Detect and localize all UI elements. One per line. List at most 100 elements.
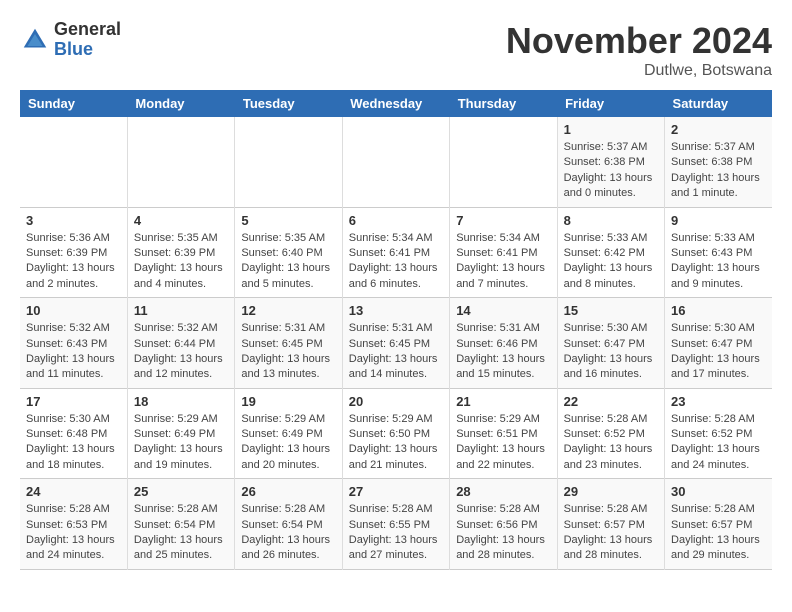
- day-number: 7: [456, 213, 550, 228]
- weekday-header-wednesday: Wednesday: [342, 90, 449, 117]
- day-number: 9: [671, 213, 766, 228]
- page-header: General Blue November 2024 Dutlwe, Botsw…: [20, 20, 772, 80]
- day-number: 27: [349, 484, 443, 499]
- day-number: 10: [26, 303, 121, 318]
- day-number: 1: [564, 122, 658, 137]
- calendar-cell: 23Sunrise: 5:28 AMSunset: 6:52 PMDayligh…: [665, 388, 772, 479]
- weekday-header-saturday: Saturday: [665, 90, 772, 117]
- day-number: 22: [564, 394, 658, 409]
- title-block: November 2024 Dutlwe, Botswana: [506, 20, 772, 80]
- location: Dutlwe, Botswana: [506, 62, 772, 80]
- logo: General Blue: [20, 20, 121, 60]
- day-info: Sunrise: 5:33 AMSunset: 6:43 PMDaylight:…: [671, 231, 766, 293]
- day-info: Sunrise: 5:28 AMSunset: 6:56 PMDaylight:…: [456, 502, 550, 564]
- calendar-cell: 25 Sunrise: 5:28 AMSunset: 6:54 PMDayligh…: [127, 479, 234, 570]
- day-info: Sunrise: 5:30 AMSunset: 6:47 PMDaylight:…: [671, 321, 766, 383]
- weekday-header-row: SundayMondayTuesdayWednesdayThursdayFrid…: [20, 90, 772, 117]
- calendar-cell: 13Sunrise: 5:31 AMSunset: 6:45 PMDayligh…: [342, 298, 449, 389]
- day-info: Sunrise: 5:34 AMSunset: 6:41 PMDaylight:…: [456, 231, 550, 293]
- week-row-2: 3 Sunrise: 5:36 AMSunset: 6:39 PMDaylight…: [20, 207, 772, 298]
- calendar-cell: 20 Sunrise: 5:29 AMSunset: 6:50 PMDayligh…: [342, 388, 449, 479]
- day-info: Sunrise: 5:28 AMSunset: 6:57 PMDaylight:…: [671, 502, 766, 564]
- day-info: Sunrise: 5:28 AMSunset: 6:54 PMDaylight:…: [134, 502, 228, 564]
- calendar-cell: 18Sunrise: 5:29 AMSunset: 6:49 PMDayligh…: [127, 388, 234, 479]
- day-number: 11: [134, 303, 228, 318]
- week-row-5: 24Sunrise: 5:28 AMSunset: 6:53 PMDayligh…: [20, 479, 772, 570]
- day-number: 30: [671, 484, 766, 499]
- day-info: Sunrise: 5:35 AMSunset: 6:40 PMDaylight:…: [241, 231, 335, 293]
- calendar-cell: 1 Sunrise: 5:37 AMSunset: 6:38 PMDaylight…: [557, 117, 664, 207]
- day-info: Sunrise: 5:36 AMSunset: 6:39 PMDaylight:…: [26, 231, 121, 293]
- day-info: Sunrise: 5:30 AMSunset: 6:48 PMDaylight:…: [26, 412, 121, 474]
- calendar-cell: 22 Sunrise: 5:28 AMSunset: 6:52 PMDayligh…: [557, 388, 664, 479]
- day-number: 17: [26, 394, 121, 409]
- calendar-cell: 3 Sunrise: 5:36 AMSunset: 6:39 PMDaylight…: [20, 207, 127, 298]
- day-number: 26: [241, 484, 335, 499]
- calendar-cell: 28 Sunrise: 5:28 AMSunset: 6:56 PMDayligh…: [450, 479, 557, 570]
- day-number: 16: [671, 303, 766, 318]
- logo-blue-text: Blue: [54, 40, 121, 60]
- calendar-cell: 16 Sunrise: 5:30 AMSunset: 6:47 PMDayligh…: [665, 298, 772, 389]
- day-info: Sunrise: 5:32 AMSunset: 6:44 PMDaylight:…: [134, 321, 228, 383]
- day-number: 5: [241, 213, 335, 228]
- week-row-3: 10 Sunrise: 5:32 AMSunset: 6:43 PMDayligh…: [20, 298, 772, 389]
- day-number: 19: [241, 394, 335, 409]
- weekday-header-monday: Monday: [127, 90, 234, 117]
- day-info: Sunrise: 5:29 AMSunset: 6:51 PMDaylight:…: [456, 412, 550, 474]
- calendar-table: SundayMondayTuesdayWednesdayThursdayFrid…: [20, 90, 772, 570]
- calendar-cell: [20, 117, 127, 207]
- day-number: 2: [671, 122, 766, 137]
- day-info: Sunrise: 5:34 AMSunset: 6:41 PMDaylight:…: [349, 231, 443, 293]
- day-number: 29: [564, 484, 658, 499]
- calendar-cell: 7 Sunrise: 5:34 AMSunset: 6:41 PMDaylight…: [450, 207, 557, 298]
- day-info: Sunrise: 5:37 AMSunset: 6:38 PMDaylight:…: [564, 140, 658, 202]
- day-number: 6: [349, 213, 443, 228]
- day-number: 21: [456, 394, 550, 409]
- weekday-header-friday: Friday: [557, 90, 664, 117]
- calendar-cell: [127, 117, 234, 207]
- day-info: Sunrise: 5:35 AMSunset: 6:39 PMDaylight:…: [134, 231, 228, 293]
- calendar-cell: 29 Sunrise: 5:28 AMSunset: 6:57 PMDayligh…: [557, 479, 664, 570]
- weekday-header-tuesday: Tuesday: [235, 90, 342, 117]
- calendar-cell: 5 Sunrise: 5:35 AMSunset: 6:40 PMDaylight…: [235, 207, 342, 298]
- calendar-cell: 11 Sunrise: 5:32 AMSunset: 6:44 PMDayligh…: [127, 298, 234, 389]
- calendar-cell: 14Sunrise: 5:31 AMSunset: 6:46 PMDayligh…: [450, 298, 557, 389]
- day-number: 14: [456, 303, 550, 318]
- calendar-cell: [450, 117, 557, 207]
- day-info: Sunrise: 5:28 AMSunset: 6:54 PMDaylight:…: [241, 502, 335, 564]
- day-number: 28: [456, 484, 550, 499]
- day-info: Sunrise: 5:37 AMSunset: 6:38 PMDaylight:…: [671, 140, 766, 202]
- day-info: Sunrise: 5:33 AMSunset: 6:42 PMDaylight:…: [564, 231, 658, 293]
- day-number: 8: [564, 213, 658, 228]
- day-info: Sunrise: 5:28 AMSunset: 6:52 PMDaylight:…: [564, 412, 658, 474]
- day-number: 4: [134, 213, 228, 228]
- calendar-cell: 19 Sunrise: 5:29 AMSunset: 6:49 PMDayligh…: [235, 388, 342, 479]
- calendar-cell: 27 Sunrise: 5:28 AMSunset: 6:55 PMDayligh…: [342, 479, 449, 570]
- calendar-cell: [342, 117, 449, 207]
- day-info: Sunrise: 5:32 AMSunset: 6:43 PMDaylight:…: [26, 321, 121, 383]
- calendar-cell: 4 Sunrise: 5:35 AMSunset: 6:39 PMDaylight…: [127, 207, 234, 298]
- calendar-cell: 24Sunrise: 5:28 AMSunset: 6:53 PMDayligh…: [20, 479, 127, 570]
- day-info: Sunrise: 5:30 AMSunset: 6:47 PMDaylight:…: [564, 321, 658, 383]
- logo-general-text: General: [54, 20, 121, 40]
- calendar-cell: 8 Sunrise: 5:33 AMSunset: 6:42 PMDaylight…: [557, 207, 664, 298]
- week-row-1: 1 Sunrise: 5:37 AMSunset: 6:38 PMDaylight…: [20, 117, 772, 207]
- day-info: Sunrise: 5:29 AMSunset: 6:50 PMDaylight:…: [349, 412, 443, 474]
- calendar-cell: 17 Sunrise: 5:30 AMSunset: 6:48 PMDayligh…: [20, 388, 127, 479]
- day-number: 25: [134, 484, 228, 499]
- day-number: 24: [26, 484, 121, 499]
- day-number: 3: [26, 213, 121, 228]
- day-info: Sunrise: 5:28 AMSunset: 6:55 PMDaylight:…: [349, 502, 443, 564]
- day-number: 15: [564, 303, 658, 318]
- day-info: Sunrise: 5:29 AMSunset: 6:49 PMDaylight:…: [241, 412, 335, 474]
- day-number: 18: [134, 394, 228, 409]
- calendar-cell: 30 Sunrise: 5:28 AMSunset: 6:57 PMDayligh…: [665, 479, 772, 570]
- day-info: Sunrise: 5:28 AMSunset: 6:57 PMDaylight:…: [564, 502, 658, 564]
- weekday-header-sunday: Sunday: [20, 90, 127, 117]
- calendar-cell: 15 Sunrise: 5:30 AMSunset: 6:47 PMDayligh…: [557, 298, 664, 389]
- day-info: Sunrise: 5:28 AMSunset: 6:52 PMDaylight:…: [671, 412, 766, 474]
- calendar-cell: 12Sunrise: 5:31 AMSunset: 6:45 PMDayligh…: [235, 298, 342, 389]
- calendar-cell: 2 Sunrise: 5:37 AMSunset: 6:38 PMDaylight…: [665, 117, 772, 207]
- calendar-cell: 21 Sunrise: 5:29 AMSunset: 6:51 PMDayligh…: [450, 388, 557, 479]
- day-number: 20: [349, 394, 443, 409]
